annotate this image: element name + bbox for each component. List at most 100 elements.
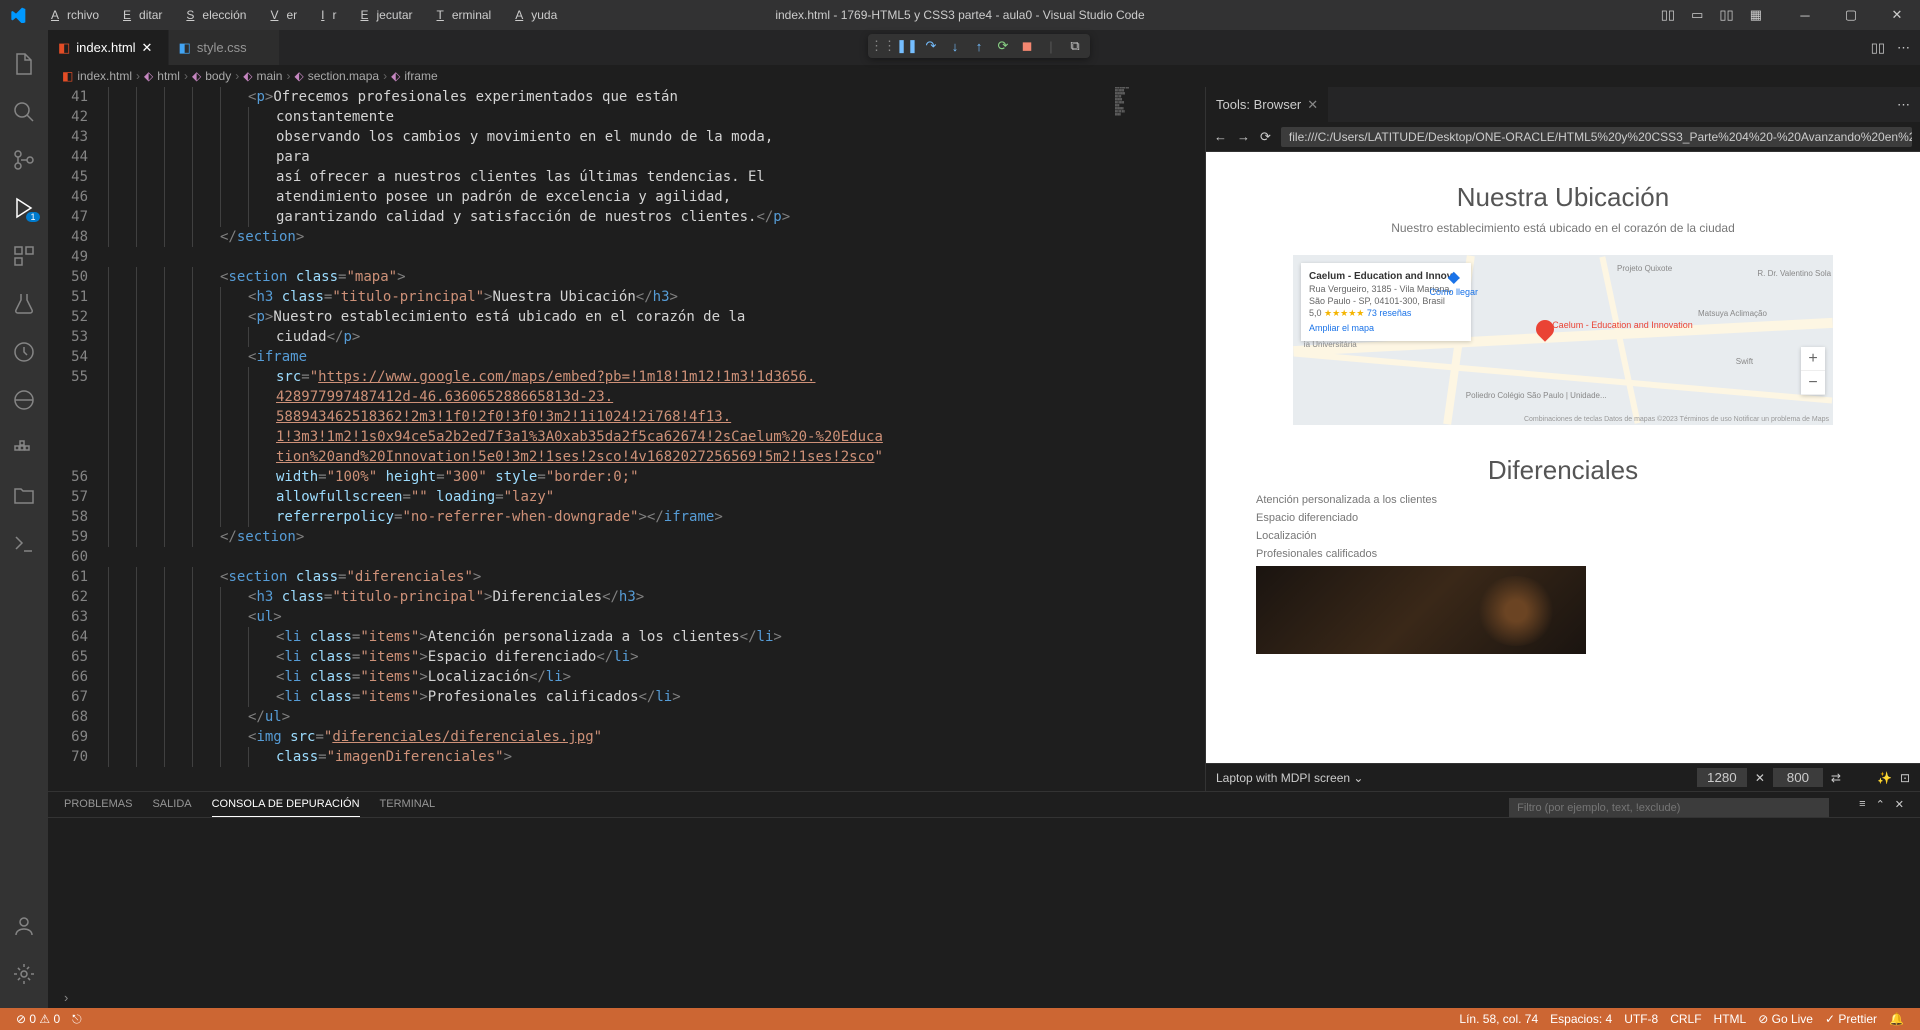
minimize-button[interactable]: ─	[1782, 0, 1828, 30]
breadcrumb-item[interactable]: body	[205, 69, 231, 83]
line-gutter: 4142434445464748495051525354555657585960…	[48, 87, 108, 791]
status-item[interactable]: ⊘ 0 ⚠ 0	[10, 1012, 66, 1027]
forward-icon[interactable]: →	[1237, 129, 1250, 144]
chevron-up-icon[interactable]: ⌃	[1876, 798, 1885, 817]
close-icon[interactable]: ✕	[142, 40, 158, 56]
panel-tab-terminal[interactable]: TERMINAL	[380, 798, 436, 817]
map-zoom-controls[interactable]: + −	[1801, 347, 1825, 395]
close-icon[interactable]: ✕	[1895, 798, 1904, 817]
run-debug-icon[interactable]: 1	[0, 184, 48, 232]
browser-footer: Laptop with MDPI screen ⌄ ✕ ⇄ ✨ ⊡	[1206, 763, 1920, 791]
zoom-out-icon[interactable]: −	[1801, 371, 1825, 395]
breadcrumb-item[interactable]: html	[157, 69, 180, 83]
minimap[interactable]: ███ ████ ████ █████████████ █████████ ██…	[1115, 87, 1205, 237]
more-icon[interactable]: ⋯	[1897, 40, 1910, 56]
viewport-width-input[interactable]	[1697, 768, 1747, 787]
close-icon[interactable]: ✕	[1307, 97, 1318, 113]
editor-tabs: ◧index.html✕◧style.css ⋮⋮ ❚❚ ↷ ↓ ↑ ⟳ ◼ |…	[48, 30, 1920, 65]
status-item[interactable]: Espacios: 4	[1544, 1012, 1618, 1026]
status-item[interactable]: ✓ Prettier	[1819, 1012, 1883, 1026]
status-item[interactable]: CRLF	[1664, 1012, 1707, 1026]
vscode-logo-icon	[0, 7, 35, 23]
explorer-icon[interactable]	[0, 40, 48, 88]
panel-tab-salida[interactable]: SALIDA	[152, 798, 191, 817]
status-item[interactable]: UTF-8	[1618, 1012, 1664, 1026]
device-selector[interactable]: Laptop with MDPI screen ⌄	[1216, 771, 1363, 785]
menu-bar: ArchivoEditarSelecciónVerIrEjecutarTermi…	[35, 8, 565, 22]
preview-diferenciales-image	[1256, 566, 1586, 654]
extensions-icon[interactable]	[0, 232, 48, 280]
map-directions[interactable]: ◆ Cómo llegar	[1429, 267, 1478, 297]
menu-ayuda[interactable]: Ayuda	[499, 8, 565, 22]
status-item[interactable]: 🔔	[1883, 1012, 1910, 1026]
drag-handle-icon[interactable]: ⋮⋮	[874, 37, 892, 55]
tab-index-html[interactable]: ◧index.html✕	[48, 30, 169, 65]
activity-bar: 1	[0, 30, 48, 1008]
browser-tab-label: Tools: Browser	[1216, 97, 1301, 112]
devtools-icon[interactable]: ⧉	[1066, 37, 1084, 55]
account-icon[interactable]	[0, 902, 48, 950]
url-bar[interactable]: file:///C:/Users/LATITUDE/Desktop/ONE-OR…	[1281, 127, 1912, 147]
status-item[interactable]: HTML	[1708, 1012, 1753, 1026]
split-editor-icon[interactable]: ▯▯	[1871, 40, 1885, 56]
menu-archivo[interactable]: Archivo	[35, 8, 107, 22]
menu-terminal[interactable]: Terminal	[421, 8, 500, 22]
folder-icon[interactable]	[0, 472, 48, 520]
panel-tab-problemas[interactable]: PROBLEMAS	[64, 798, 132, 817]
more-icon[interactable]: ⋯	[1897, 97, 1910, 113]
source-control-icon[interactable]	[0, 136, 48, 184]
status-item[interactable]: ⎋	[66, 1012, 88, 1027]
menu-selección[interactable]: Selección	[170, 8, 254, 22]
timeline-icon[interactable]	[0, 328, 48, 376]
breadcrumb[interactable]: ◧ index.html›⬖ html›⬖ body›⬖ main›⬖ sect…	[48, 65, 1920, 87]
step-over-icon[interactable]: ↷	[922, 37, 940, 55]
pause-icon[interactable]: ❚❚	[898, 37, 916, 55]
menu-ejecutar[interactable]: Ejecutar	[344, 8, 420, 22]
breadcrumb-item[interactable]: section.mapa	[308, 69, 379, 83]
panel-bottom-icon[interactable]: ▭	[1691, 7, 1703, 23]
preview-sub: Nuestro establecimiento está ubicado en …	[1256, 221, 1870, 235]
close-icon[interactable]: ✕	[1755, 771, 1765, 785]
panel-left-icon[interactable]: ▯▯	[1661, 7, 1675, 23]
panel-settings-icon[interactable]: ≡	[1859, 798, 1865, 817]
magic-icon[interactable]: ✨	[1877, 771, 1892, 785]
breadcrumb-item[interactable]: main	[256, 69, 282, 83]
back-icon[interactable]: ←	[1214, 129, 1227, 144]
remote-icon[interactable]	[0, 520, 48, 568]
status-item[interactable]: ⊘ Go Live	[1752, 1012, 1819, 1026]
menu-ver[interactable]: Ver	[254, 8, 305, 22]
breadcrumb-chevron-icon[interactable]: ›	[64, 990, 68, 1005]
reload-icon[interactable]: ⟳	[1260, 129, 1271, 145]
chevron-down-icon: ⌄	[1353, 771, 1363, 785]
close-button[interactable]: ✕	[1874, 0, 1920, 30]
code-editor[interactable]: <p>Ofrecemos profesionales experimentado…	[108, 87, 1205, 791]
settings-gear-icon[interactable]	[0, 950, 48, 998]
inspect-icon[interactable]: ⊡	[1900, 771, 1910, 785]
testing-icon[interactable]	[0, 280, 48, 328]
restart-icon[interactable]: ⟳	[994, 37, 1012, 55]
panel-right-icon[interactable]: ▯▯	[1719, 7, 1733, 23]
edge-icon[interactable]	[0, 376, 48, 424]
viewport-height-input[interactable]	[1773, 768, 1823, 787]
docker-icon[interactable]	[0, 424, 48, 472]
search-icon[interactable]	[0, 88, 48, 136]
stop-icon[interactable]: ◼	[1018, 37, 1036, 55]
map-iframe[interactable]: Caelum - Education and Innov... Rua Verg…	[1293, 255, 1833, 425]
rotate-icon[interactable]: ⇄	[1831, 771, 1841, 785]
breadcrumb-item[interactable]: index.html	[77, 69, 132, 83]
browser-content[interactable]: Nuestra Ubicación Nuestro establecimient…	[1206, 152, 1920, 763]
menu-ir[interactable]: Ir	[305, 8, 344, 22]
browser-tab[interactable]: Tools: Browser ✕	[1206, 87, 1328, 122]
zoom-in-icon[interactable]: +	[1801, 347, 1825, 371]
layout-grid-icon[interactable]: ▦	[1750, 7, 1762, 23]
status-item[interactable]: Lín. 58, col. 74	[1453, 1012, 1544, 1026]
panel-tab-consola-de-depuración[interactable]: CONSOLA DE DEPURACIÓN	[212, 798, 360, 817]
step-into-icon[interactable]: ↓	[946, 37, 964, 55]
step-out-icon[interactable]: ↑	[970, 37, 988, 55]
breadcrumb-item[interactable]: iframe	[404, 69, 437, 83]
menu-editar[interactable]: Editar	[107, 8, 170, 22]
panel-filter-input[interactable]	[1509, 798, 1829, 817]
maximize-button[interactable]: ▢	[1828, 0, 1874, 30]
debug-toolbar[interactable]: ⋮⋮ ❚❚ ↷ ↓ ↑ ⟳ ◼ | ⧉	[868, 34, 1090, 58]
tab-style-css[interactable]: ◧style.css	[169, 30, 280, 65]
